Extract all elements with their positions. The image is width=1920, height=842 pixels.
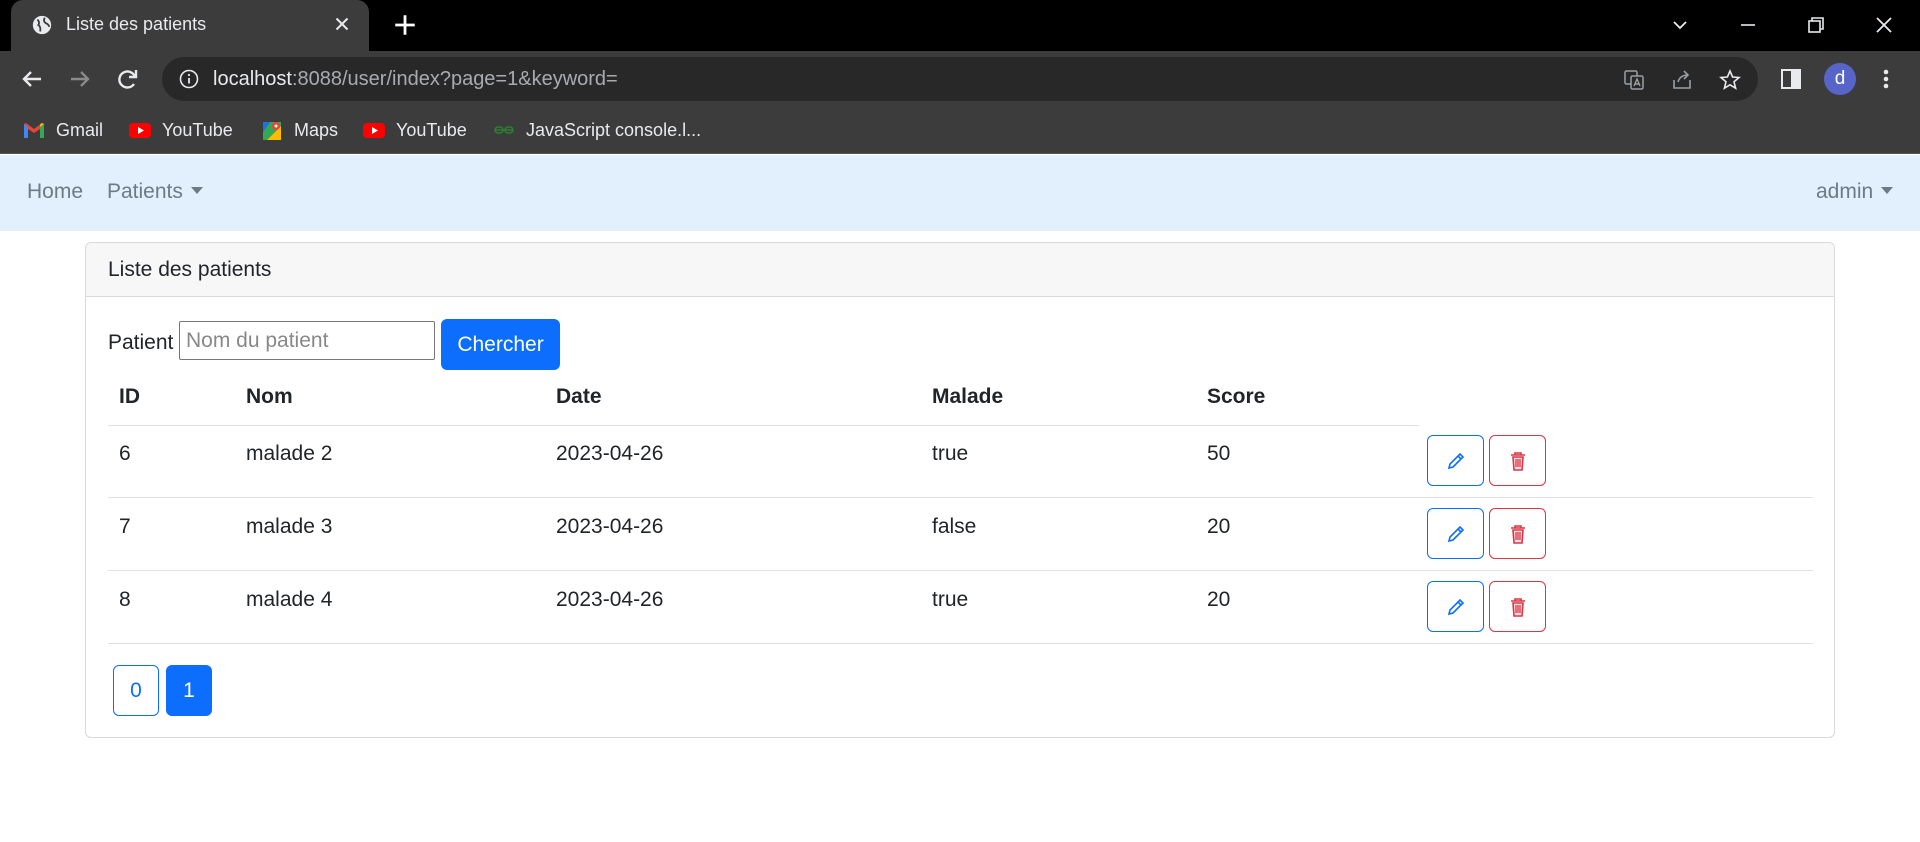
column-header-score: Score [1207, 385, 1266, 408]
edit-button[interactable] [1427, 581, 1484, 632]
delete-button[interactable] [1489, 581, 1546, 632]
cell-malade: false [932, 515, 977, 538]
row-divider [108, 570, 1813, 571]
tab-search-icon[interactable] [1665, 10, 1695, 40]
cell-date: 2023-04-26 [556, 515, 664, 538]
cell-nom: malade 3 [246, 515, 333, 538]
cell-score: 50 [1207, 442, 1231, 465]
edit-button[interactable] [1427, 508, 1484, 559]
bookmark-gmail[interactable]: Gmail [22, 115, 103, 145]
bookmark-maps[interactable]: Maps [260, 115, 338, 145]
link-icon [494, 126, 514, 134]
cell-date: 2023-04-26 [556, 588, 664, 611]
pencil-icon [1447, 525, 1465, 543]
url-host: localhost [213, 68, 292, 90]
caret-down-icon [190, 186, 203, 194]
url-path: :8088/user/index?page=1&keyword= [291, 68, 618, 90]
gmail-icon [24, 123, 44, 138]
trash-icon [1511, 452, 1525, 471]
pencil-icon [1447, 452, 1465, 470]
bookmark-youtube-2[interactable]: YouTube [362, 115, 467, 145]
cell-malade: true [932, 588, 969, 611]
bookmarks-bar: Gmail YouTube Maps YouTube JavaScript co… [0, 107, 1920, 154]
forward-icon[interactable] [65, 64, 95, 94]
bookmark-label: Gmail [56, 119, 104, 140]
search-label: Patient [108, 331, 174, 354]
column-header-nom: Nom [246, 385, 293, 408]
bookmark-javascript-console[interactable]: JavaScript console.l... [492, 115, 701, 145]
side-panel-icon[interactable] [1777, 65, 1805, 93]
bookmark-label: Maps [294, 119, 339, 140]
patient-search-input[interactable] [179, 321, 435, 360]
cell-nom: malade 4 [246, 588, 333, 611]
minimize-icon[interactable] [1733, 10, 1763, 40]
row-divider [108, 643, 1813, 644]
card-title: Liste des patients [108, 258, 272, 281]
translate-icon[interactable] [1622, 68, 1646, 92]
restore-icon[interactable] [1801, 10, 1831, 40]
nav-patients-label: Patients [107, 180, 183, 203]
cell-date: 2023-04-26 [556, 442, 664, 465]
browser-tab[interactable]: Liste des patients [11, 0, 369, 51]
cell-id: 6 [119, 442, 131, 465]
reload-icon[interactable] [113, 64, 143, 94]
youtube-icon [363, 123, 385, 138]
cell-score: 20 [1207, 588, 1231, 611]
column-header-date: Date [556, 385, 602, 408]
menu-dots-icon[interactable] [1872, 65, 1900, 93]
cell-nom: malade 2 [246, 442, 333, 465]
nav-patients-dropdown[interactable]: Patients [107, 180, 203, 204]
youtube-icon [129, 123, 151, 138]
app-navbar: Home Patients admin [0, 155, 1920, 231]
bookmark-youtube[interactable]: YouTube [128, 115, 233, 145]
tab-title: Liste des patients [66, 14, 207, 34]
column-header-malade: Malade [932, 385, 1004, 408]
globe-icon [32, 15, 52, 35]
profile-avatar[interactable]: d [1824, 63, 1856, 95]
cell-id: 8 [119, 588, 131, 611]
address-bar[interactable]: localhost:8088/user/index?page=1&keyword… [162, 57, 1758, 101]
maps-icon [263, 122, 281, 140]
bookmark-label: YouTube [162, 119, 233, 140]
patients-card: Liste des patients Patient Chercher ID N… [85, 242, 1835, 738]
cell-malade: true [932, 442, 969, 465]
column-header-id: ID [119, 385, 140, 408]
caret-down-icon [1881, 186, 1894, 194]
card-header: Liste des patients [86, 243, 1834, 297]
table-header-divider [108, 425, 1419, 426]
delete-button[interactable] [1489, 508, 1546, 559]
trash-icon [1511, 598, 1525, 617]
nav-home-link[interactable]: Home [27, 180, 83, 204]
back-icon[interactable] [17, 64, 47, 94]
pencil-icon [1447, 598, 1465, 616]
browser-tab-bar: Liste des patients [0, 0, 1920, 51]
edit-button[interactable] [1427, 435, 1484, 486]
row-divider [108, 497, 1813, 498]
search-button[interactable]: Chercher [441, 319, 560, 370]
trash-icon [1511, 525, 1525, 544]
new-tab-icon[interactable] [392, 12, 418, 38]
nav-user-dropdown[interactable]: admin [1816, 180, 1894, 204]
bookmark-label: JavaScript console.l... [526, 119, 702, 140]
cell-score: 20 [1207, 515, 1231, 538]
nav-user-label: admin [1816, 180, 1874, 203]
close-tab-icon[interactable] [331, 13, 353, 35]
bookmark-label: YouTube [396, 119, 467, 140]
cell-id: 7 [119, 515, 131, 538]
browser-toolbar: localhost:8088/user/index?page=1&keyword… [0, 51, 1920, 107]
page-button-0[interactable]: 0 [113, 665, 159, 716]
url-text: localhost:8088/user/index?page=1&keyword… [213, 68, 618, 91]
site-info-icon[interactable] [178, 68, 200, 90]
page-button-1[interactable]: 1 [166, 665, 212, 716]
share-icon[interactable] [1670, 68, 1694, 92]
delete-button[interactable] [1489, 435, 1546, 486]
close-window-icon[interactable] [1869, 10, 1899, 40]
star-icon[interactable] [1718, 68, 1742, 92]
